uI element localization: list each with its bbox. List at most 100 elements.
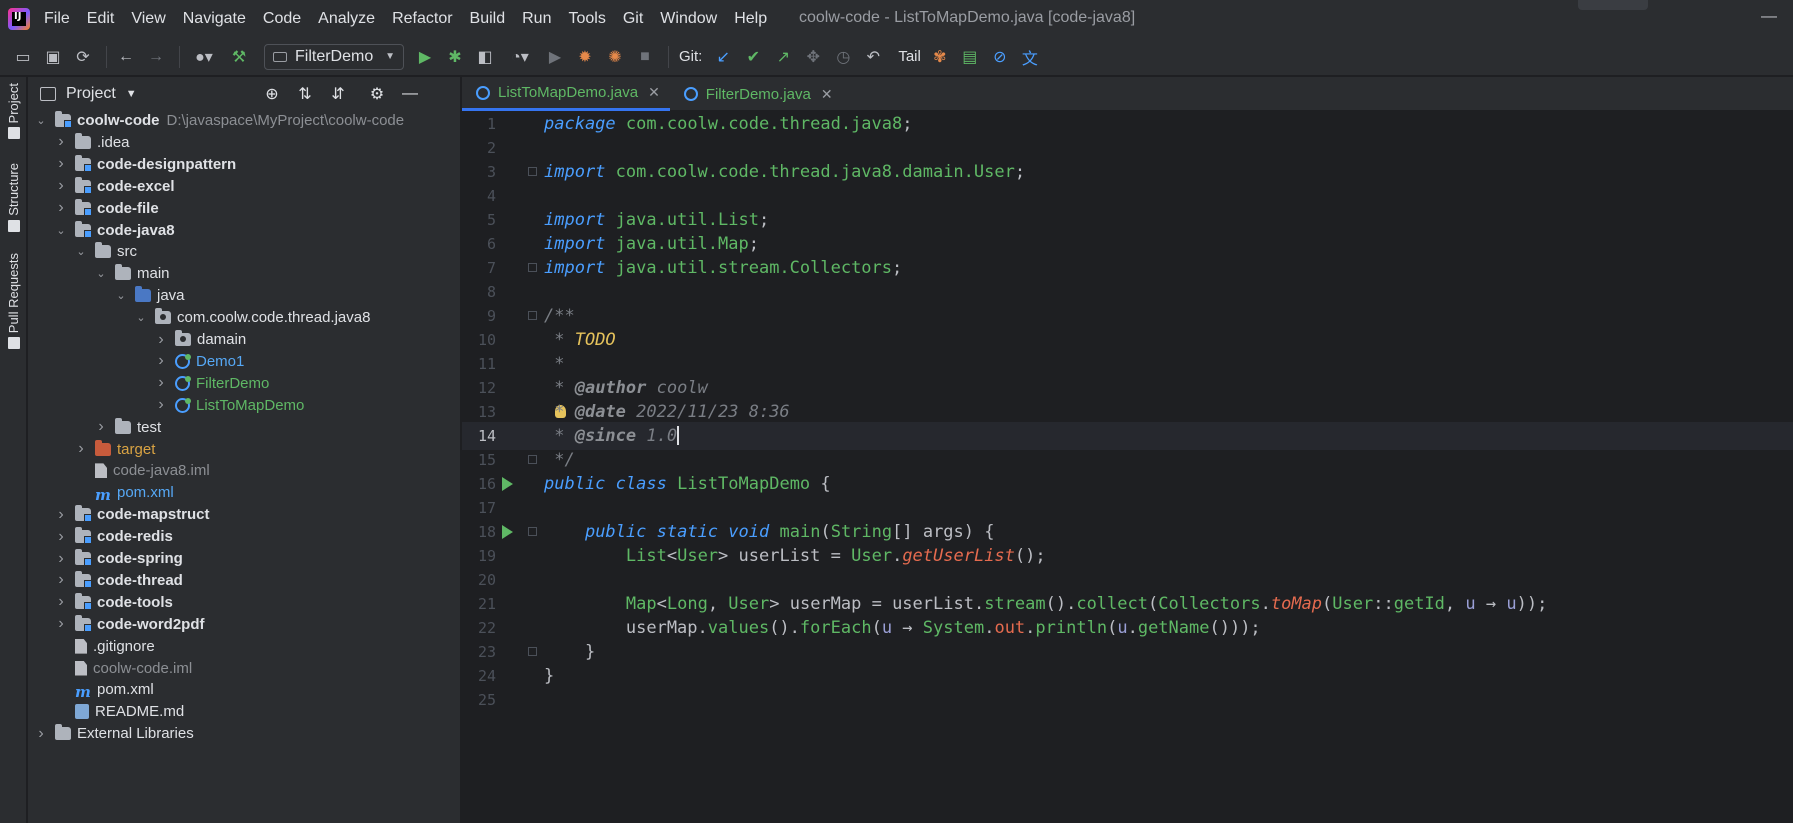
chevron-right-icon[interactable]: › [54,528,68,546]
stop-icon[interactable]: ■ [632,44,658,70]
git-update-icon[interactable]: ↙ [710,44,736,70]
coverage-icon[interactable]: ◧ [472,44,498,70]
open-folder-icon[interactable]: ▭ [10,44,36,70]
menu-tools[interactable]: Tools [568,10,605,28]
chevron-right-icon[interactable]: › [54,571,68,589]
code-token: * [544,353,565,374]
run-icon[interactable]: ▶ [412,44,438,70]
intellij-logo-icon[interactable]: IJ [8,8,30,30]
git-push-icon[interactable]: ↗ [770,44,796,70]
code-editor[interactable]: 1 package com.coolw.code.thread.java8; 2 3 i… [462,112,1793,823]
tree-item[interactable]: › External Libraries [28,721,460,746]
forward-icon[interactable]: → [143,44,169,70]
pull-requests-tool-tab[interactable]: Pull Requests [0,253,27,350]
chevron-right-icon[interactable]: › [54,199,68,217]
chevron-down-icon[interactable]: ⌄ [134,311,148,324]
chevron-right-icon[interactable]: › [74,440,88,458]
project-view-title[interactable]: Project [66,85,116,103]
chevron-right-icon[interactable]: › [54,177,68,195]
menu-refactor[interactable]: Refactor [392,10,452,28]
fold-marker-icon[interactable] [528,455,537,465]
chevron-down-icon[interactable]: ▼ [126,88,137,100]
monitor-icon[interactable]: ▤ [957,44,983,70]
chevron-down-icon[interactable]: ⌄ [114,289,128,302]
chevron-down-icon[interactable]: ⌄ [94,267,108,280]
menu-run[interactable]: Run [522,10,551,28]
disable-icon[interactable]: ⊘ [987,44,1013,70]
chevron-right-icon[interactable]: › [34,725,48,743]
git-commit-icon[interactable]: ✔ [740,44,766,70]
fold-marker-icon[interactable] [528,311,537,321]
chevron-right-icon[interactable]: › [154,352,168,370]
collapse-all-icon[interactable]: ⇵ [327,83,349,105]
fold-marker-icon[interactable] [528,167,537,177]
code-token: getId [1393,593,1445,614]
chevron-right-icon[interactable]: › [94,418,108,436]
menu-file[interactable]: File [44,10,70,28]
git-rollback-icon[interactable]: ↶ [860,44,886,70]
hot-swap-icon[interactable]: ✺ [602,44,628,70]
chevron-down-icon[interactable]: ⌄ [34,114,48,127]
chevron-right-icon[interactable]: › [54,550,68,568]
file-icon [75,660,87,676]
code-token: User [851,545,893,566]
menu-code[interactable]: Code [263,10,301,28]
fold-marker-icon[interactable] [528,527,537,537]
structure-tool-tab[interactable]: Structure [0,163,27,232]
run-disabled-icon[interactable]: ▶ [542,44,568,70]
sync-icon[interactable]: ⟳ [70,44,96,70]
code-token: ( [1107,617,1118,638]
chevron-down-icon[interactable]: ⌄ [74,245,88,258]
chevron-right-icon[interactable]: › [154,396,168,414]
memory-indicator[interactable] [1578,0,1648,10]
attach-debugger-icon[interactable]: ✹ [572,44,598,70]
editor-tab[interactable]: ListToMapDemo.java ✕ [462,77,670,111]
hide-panel-icon[interactable]: — [399,83,421,105]
project-tool-tab[interactable]: Project [0,83,27,140]
close-icon[interactable]: ✕ [648,84,660,101]
gear-icon[interactable]: ⚙ [366,83,388,105]
menu-view[interactable]: View [131,10,165,28]
tail-plugin-icon[interactable]: ✾ [927,44,953,70]
chevron-right-icon[interactable]: › [54,593,68,611]
profile-icon[interactable]: ◔▾ [502,44,538,70]
menu-help[interactable]: Help [734,10,767,28]
menu-git[interactable]: Git [623,10,643,28]
user-dropdown-icon[interactable]: ●▾ [186,44,222,70]
build-hammer-icon[interactable]: ⚒ [226,44,252,70]
close-icon[interactable]: ✕ [821,86,833,103]
git-history-icon[interactable]: ◷ [830,44,856,70]
chevron-down-icon[interactable]: ⌄ [54,224,68,237]
translate-icon[interactable]: 文 [1017,44,1043,70]
menu-navigate[interactable]: Navigate [183,10,246,28]
code-token: (); [1014,545,1046,566]
chevron-right-icon[interactable]: › [54,615,68,633]
menu-build[interactable]: Build [470,10,506,28]
expand-all-icon[interactable]: ⇅ [294,83,316,105]
locate-file-icon[interactable]: ⊕ [261,83,283,105]
run-configuration-select[interactable]: FilterDemo ▼ [264,43,404,70]
run-gutter-icon[interactable] [502,476,513,491]
line-number: 13 [477,402,496,421]
run-gutter-icon[interactable] [502,524,513,539]
menu-window[interactable]: Window [660,10,717,28]
minimize-icon[interactable]: — [1761,8,1777,26]
chevron-right-icon[interactable]: › [154,331,168,349]
tail-button[interactable]: Tail [898,48,921,65]
fold-marker-icon[interactable] [528,263,537,273]
menu-analyze[interactable]: Analyze [318,10,375,28]
code-token: */ [544,449,575,470]
code-token: ; [748,233,759,254]
chevron-right-icon[interactable]: › [54,155,68,173]
back-icon[interactable]: ← [113,44,139,70]
git-compare-icon[interactable]: ✥ [800,44,826,70]
chevron-right-icon[interactable]: › [154,374,168,392]
menu-edit[interactable]: Edit [87,10,115,28]
fold-marker-icon[interactable] [528,647,537,657]
save-all-icon[interactable]: ▣ [40,44,66,70]
editor-tab[interactable]: FilterDemo.java ✕ [670,77,843,111]
chevron-right-icon[interactable]: › [54,133,68,151]
debug-icon[interactable]: ✱ [442,44,468,70]
chevron-right-icon[interactable]: › [54,506,68,524]
code-token: (). [1045,593,1077,614]
